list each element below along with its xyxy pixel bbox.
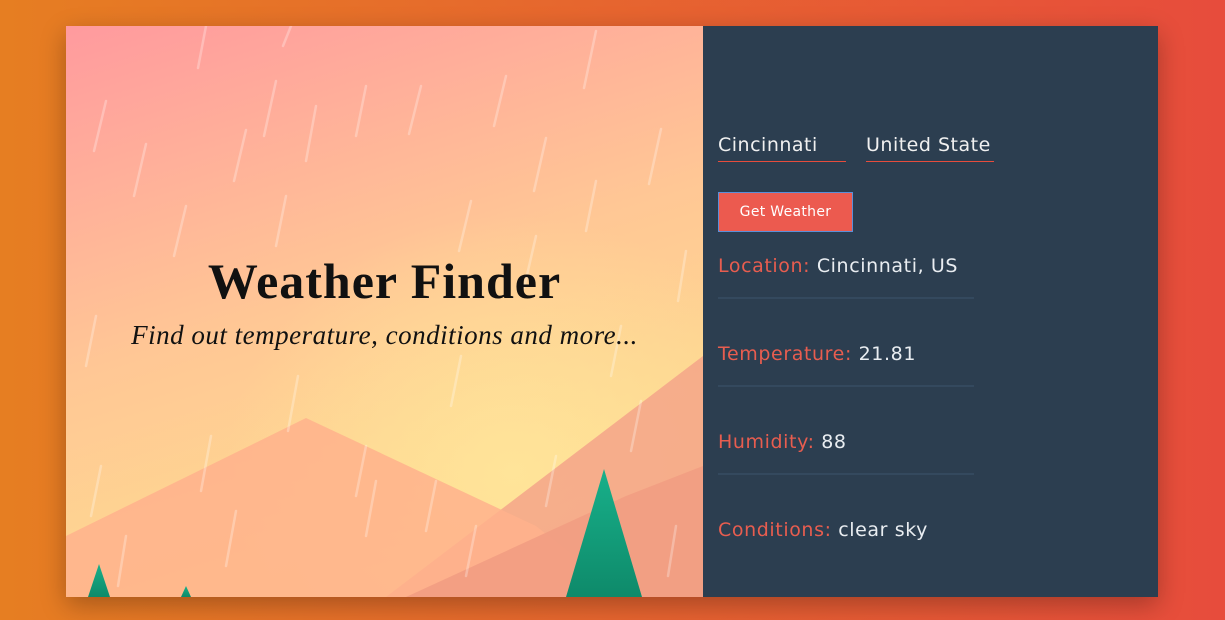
divider — [718, 473, 974, 475]
temperature-row: Temperature: 21.81 — [718, 343, 974, 387]
humidity-row: Humidity: 88 — [718, 431, 974, 475]
country-input[interactable] — [866, 128, 994, 162]
hero-text: Weather Finder Find out temperature, con… — [66, 252, 703, 351]
location-label: Location: — [718, 255, 811, 277]
location-row: Location: Cincinnati, US — [718, 255, 974, 299]
conditions-label: Conditions: — [718, 519, 832, 541]
hero-panel: Weather Finder Find out temperature, con… — [66, 26, 703, 597]
page-title: Weather Finder — [207, 253, 562, 309]
search-form — [718, 128, 994, 162]
location-value: Cincinnati, US — [816, 255, 959, 277]
humidity-value: 88 — [821, 431, 847, 453]
temperature-label: Temperature: — [718, 343, 852, 365]
page-subtitle: Find out temperature, conditions and mor… — [131, 320, 638, 350]
get-weather-button[interactable]: Get Weather — [718, 192, 853, 232]
conditions-row: Conditions: clear sky — [718, 519, 974, 541]
divider — [718, 297, 974, 299]
divider — [718, 385, 974, 387]
city-input[interactable] — [718, 128, 846, 162]
weather-card: Weather Finder Find out temperature, con… — [66, 26, 1158, 597]
conditions-value: clear sky — [838, 519, 928, 541]
weather-panel: Get Weather Location: Cincinnati, US Tem… — [703, 26, 1158, 597]
temperature-value: 21.81 — [858, 343, 917, 365]
humidity-label: Humidity: — [718, 431, 815, 453]
